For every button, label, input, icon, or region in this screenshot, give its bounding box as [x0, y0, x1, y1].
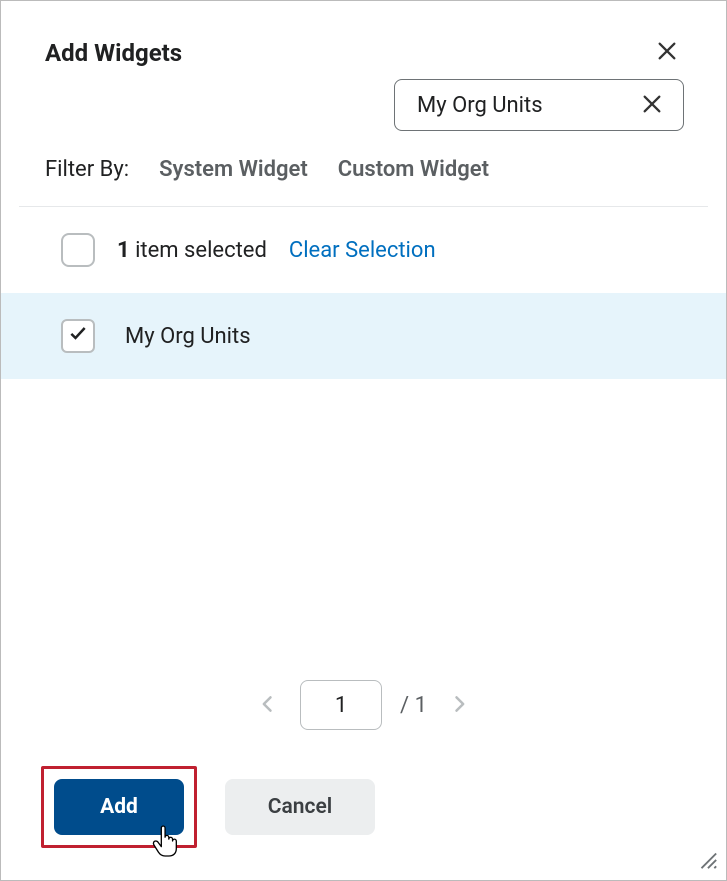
item-checkbox[interactable] [61, 319, 95, 353]
check-icon [68, 323, 88, 349]
page-prev-button[interactable] [254, 690, 282, 721]
selection-count-suffix: item selected [130, 238, 267, 263]
close-icon [641, 103, 663, 118]
item-label: My Org Units [125, 324, 251, 349]
chevron-left-icon [258, 702, 278, 717]
page-separator: / [400, 693, 415, 718]
search-chip[interactable]: My Org Units [394, 79, 684, 131]
filter-tab-system-widget[interactable]: System Widget [159, 157, 308, 182]
close-icon [656, 50, 678, 65]
page-total: 1 [415, 693, 427, 718]
filter-by-label: Filter By: [45, 157, 129, 182]
page-total-label: / 1 [400, 693, 427, 718]
dialog-title: Add Widgets [45, 39, 182, 67]
add-button-highlight: Add [41, 766, 197, 848]
selection-count-text: 1 item selected [117, 238, 267, 263]
search-clear-button[interactable] [639, 91, 665, 120]
add-button[interactable]: Add [54, 779, 184, 835]
list-item[interactable]: My Org Units [1, 293, 726, 379]
clear-selection-link[interactable]: Clear Selection [289, 238, 436, 263]
select-all-checkbox[interactable] [61, 233, 95, 267]
resize-grip-icon[interactable] [696, 848, 718, 874]
chevron-right-icon [449, 702, 469, 717]
search-value: My Org Units [417, 93, 543, 118]
selection-count-number: 1 [117, 238, 130, 263]
pagination: / 1 [1, 680, 726, 730]
page-input[interactable] [300, 680, 382, 730]
filter-tab-custom-widget[interactable]: Custom Widget [338, 157, 489, 182]
cancel-button[interactable]: Cancel [225, 779, 375, 835]
close-button[interactable] [652, 36, 682, 69]
page-next-button[interactable] [445, 690, 473, 721]
